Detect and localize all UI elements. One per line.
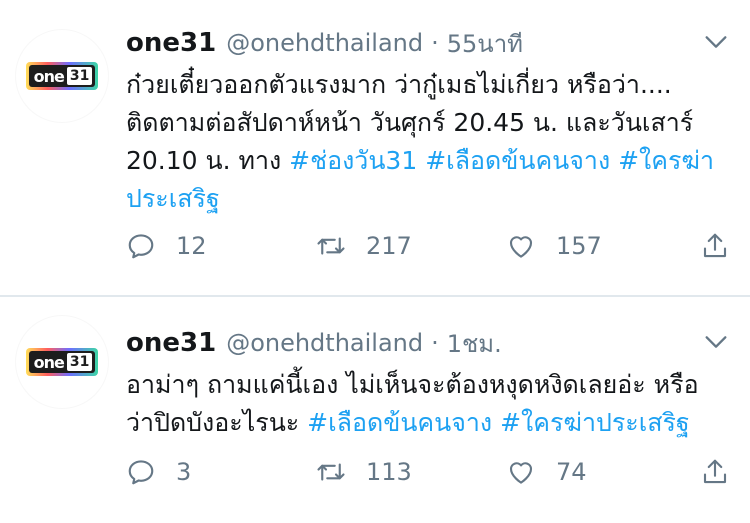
tweet[interactable]: one 31 one31 @onehdthailand · 55นาที ก๋ว… [0,0,750,296]
retweet-button[interactable]: 217 [316,231,506,261]
retweet-count: 217 [366,232,412,260]
reply-icon [128,234,154,259]
logo-text: one [33,352,65,372]
hashtag[interactable]: #เลือดข้นคนจาง [307,408,492,437]
retweet-icon [317,463,345,481]
like-button[interactable]: 74 [506,457,696,487]
separator-dot: · [431,29,439,57]
avatar[interactable]: one 31 [16,316,108,408]
channel-logo: one 31 [25,348,99,376]
chevron-down-icon[interactable] [702,28,730,56]
retweet-count: 113 [366,458,412,486]
share-icon [703,233,727,258]
logo-text: one [33,66,65,86]
hashtag[interactable]: #ช่องวัน31 [289,146,417,175]
like-icon [509,462,533,484]
share-icon [703,459,727,484]
reply-button[interactable]: 12 [126,231,316,261]
tweet-header: one31 @onehdthailand · 55นาที [126,26,730,60]
like-count: 74 [556,458,587,486]
tweet-actions: 12 217 157 [126,228,730,264]
reply-icon [128,460,154,485]
tweet-text: อาม่าๆ ถามแค่นี้เอง ไม่เห็นจะต้องหงุดหงิ… [126,366,722,442]
hashtag[interactable]: #เลือดข้นคนจาง [425,146,610,175]
user-handle[interactable]: @onehdthailand [226,29,423,57]
hashtag[interactable]: #ใครฆ่าประเสริฐ [500,408,690,437]
tweet-actions: 3 113 74 [126,454,730,490]
like-icon [509,236,533,258]
tweet-divider [0,296,750,297]
logo-number: 31 [66,353,93,371]
tweet-text: ก๋วยเตี๋ยวออกตัวแรงมาก ว่ากู๋เมธไม่เกี่ย… [126,66,722,218]
retweet-button[interactable]: 113 [316,457,506,487]
display-name[interactable]: one31 [126,328,216,358]
timestamp[interactable]: 55นาที [447,24,523,63]
reply-count: 3 [176,458,192,486]
like-count: 157 [556,232,602,260]
retweet-icon [317,237,345,255]
avatar[interactable]: one 31 [16,30,108,122]
reply-button[interactable]: 3 [126,457,316,487]
tweet-header: one31 @onehdthailand · 1ชม. [126,326,730,360]
channel-logo: one 31 [25,62,99,90]
share-button[interactable] [700,457,730,487]
share-button[interactable] [700,231,730,261]
reply-count: 12 [176,232,207,260]
display-name[interactable]: one31 [126,28,216,58]
separator-dot: · [431,329,439,357]
logo-number: 31 [66,67,93,85]
tweet[interactable]: one 31 one31 @onehdthailand · 1ชม. อาม่า… [0,296,750,523]
like-button[interactable]: 157 [506,231,696,261]
user-handle[interactable]: @onehdthailand [226,329,423,357]
chevron-down-icon[interactable] [702,328,730,356]
timestamp[interactable]: 1ชม. [447,324,502,363]
